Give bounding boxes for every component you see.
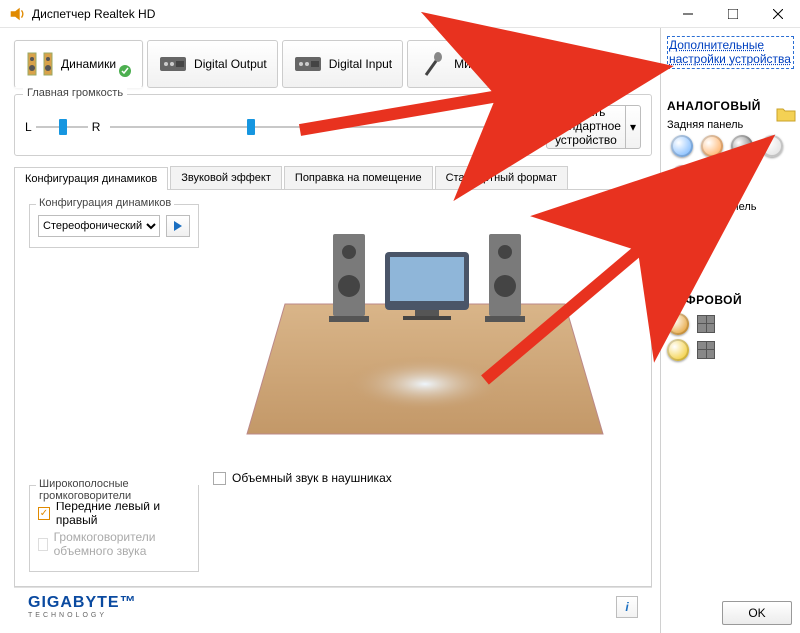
- jack-blue[interactable]: [671, 135, 693, 157]
- device-tab-label: Микрофон: [454, 57, 512, 71]
- balance-r: R: [92, 120, 101, 134]
- brand-logo: GIGABYTE™TECHNOLOGY: [28, 594, 137, 619]
- microphone-icon: [418, 49, 448, 79]
- spdif-icon[interactable]: [697, 315, 715, 333]
- jack-digital-2[interactable]: [667, 339, 689, 361]
- tab-speaker-config[interactable]: Конфигурация динамиков: [14, 167, 168, 190]
- titlebar: Диспетчер Realtek HD: [0, 0, 800, 28]
- tab-default-format[interactable]: Стандартный формат: [435, 166, 568, 189]
- fullrange-box: Широкополосные громкоговорители ✓ Передн…: [29, 485, 199, 572]
- device-tab-speakers[interactable]: Динамики: [14, 40, 143, 88]
- right-speaker-icon[interactable]: [485, 234, 525, 322]
- jack-front-pink[interactable]: [671, 247, 693, 269]
- rack-icon: [158, 49, 188, 79]
- jack-red[interactable]: [671, 165, 693, 187]
- digital-title: ЦИФРОВОЙ: [667, 293, 794, 307]
- checkbox-icon: [38, 538, 48, 551]
- rack-icon: [293, 49, 323, 79]
- tab-sound-effect[interactable]: Звуковой эффект: [170, 166, 282, 189]
- balance-l: L: [25, 120, 32, 134]
- chevron-down-icon[interactable]: ▾: [625, 106, 636, 148]
- info-button[interactable]: i: [616, 596, 638, 618]
- advanced-device-settings-link[interactable]: Дополнительные настройки устройства: [667, 36, 794, 69]
- jack-black[interactable]: [731, 135, 753, 157]
- speakers-icon: [25, 49, 55, 79]
- device-tab-label: Digital Input: [329, 57, 392, 71]
- analog-title: АНАЛОГОВЫЙ: [667, 99, 794, 113]
- device-tab-microphone[interactable]: Микрофон: [407, 40, 523, 88]
- ok-button[interactable]: OK: [722, 601, 792, 625]
- window-title: Диспетчер Realtek HD: [32, 7, 155, 21]
- device-tab-digital-output[interactable]: Digital Output: [147, 40, 278, 88]
- back-panel-jacks: [667, 131, 794, 191]
- jack-digital-1[interactable]: [667, 313, 689, 335]
- back-panel-label: Задняя панель: [667, 119, 794, 131]
- fullrange-surround-checkbox: Громкоговорители объемного звука: [38, 530, 190, 558]
- speaker-config-select[interactable]: Стереофонический: [38, 215, 160, 237]
- device-tabs: Динамики Digital Output Digital Input Ми…: [14, 40, 652, 88]
- volume-slider[interactable]: [110, 118, 499, 136]
- config-tabs: Конфигурация динамиков Звуковой эффект П…: [14, 166, 652, 190]
- folder-icon[interactable]: [776, 106, 796, 122]
- monitor-icon: [385, 252, 469, 320]
- mute-button[interactable]: [510, 115, 536, 139]
- spdif-icon[interactable]: [697, 341, 715, 359]
- balance-slider[interactable]: [36, 118, 88, 136]
- close-button[interactable]: [755, 0, 800, 28]
- set-default-device-button[interactable]: Задать стандартное устройство ▾: [546, 105, 641, 149]
- front-panel-label: Передняя панель: [667, 201, 794, 213]
- jack-front-green[interactable]: [671, 217, 693, 239]
- play-test-button[interactable]: [166, 215, 190, 237]
- app-icon: [8, 5, 26, 23]
- digital-jacks: [667, 313, 794, 361]
- right-panel: Дополнительные настройки устройства АНАЛ…: [660, 28, 800, 633]
- device-tab-digital-input[interactable]: Digital Input: [282, 40, 403, 88]
- device-tab-label: Digital Output: [194, 57, 267, 71]
- jack-orange[interactable]: [701, 135, 723, 157]
- main-volume-legend: Главная громкость: [23, 87, 127, 99]
- jack-green[interactable]: [701, 165, 723, 187]
- tab-room-correction[interactable]: Поправка на помещение: [284, 166, 433, 189]
- front-panel-jacks: [667, 213, 794, 273]
- speaker-config-box: Конфигурация динамиков Стереофонический: [29, 204, 199, 248]
- maximize-button[interactable]: [710, 0, 755, 28]
- speaker-stage: Объемный звук в наушниках: [213, 204, 637, 572]
- checkbox-icon: [213, 472, 226, 485]
- checkbox-icon: ✓: [38, 507, 50, 520]
- footer: GIGABYTE™TECHNOLOGY i: [14, 587, 652, 625]
- play-icon: [173, 221, 183, 231]
- default-badge-icon: [118, 64, 132, 78]
- config-tab-content: Конфигурация динамиков Стереофонический …: [14, 190, 652, 587]
- speaker-sound-icon: [515, 120, 531, 134]
- minimize-button[interactable]: [665, 0, 710, 28]
- fullrange-front-checkbox[interactable]: ✓ Передние левый и правый: [38, 499, 190, 527]
- room-diagram: [213, 204, 637, 464]
- jack-grey[interactable]: [761, 135, 783, 157]
- device-tab-label: Динамики: [61, 57, 116, 71]
- main-volume-group: Главная громкость L R Задать: [14, 94, 652, 156]
- virtual-surround-checkbox[interactable]: Объемный звук в наушниках: [213, 471, 637, 485]
- left-speaker-icon[interactable]: [329, 234, 369, 322]
